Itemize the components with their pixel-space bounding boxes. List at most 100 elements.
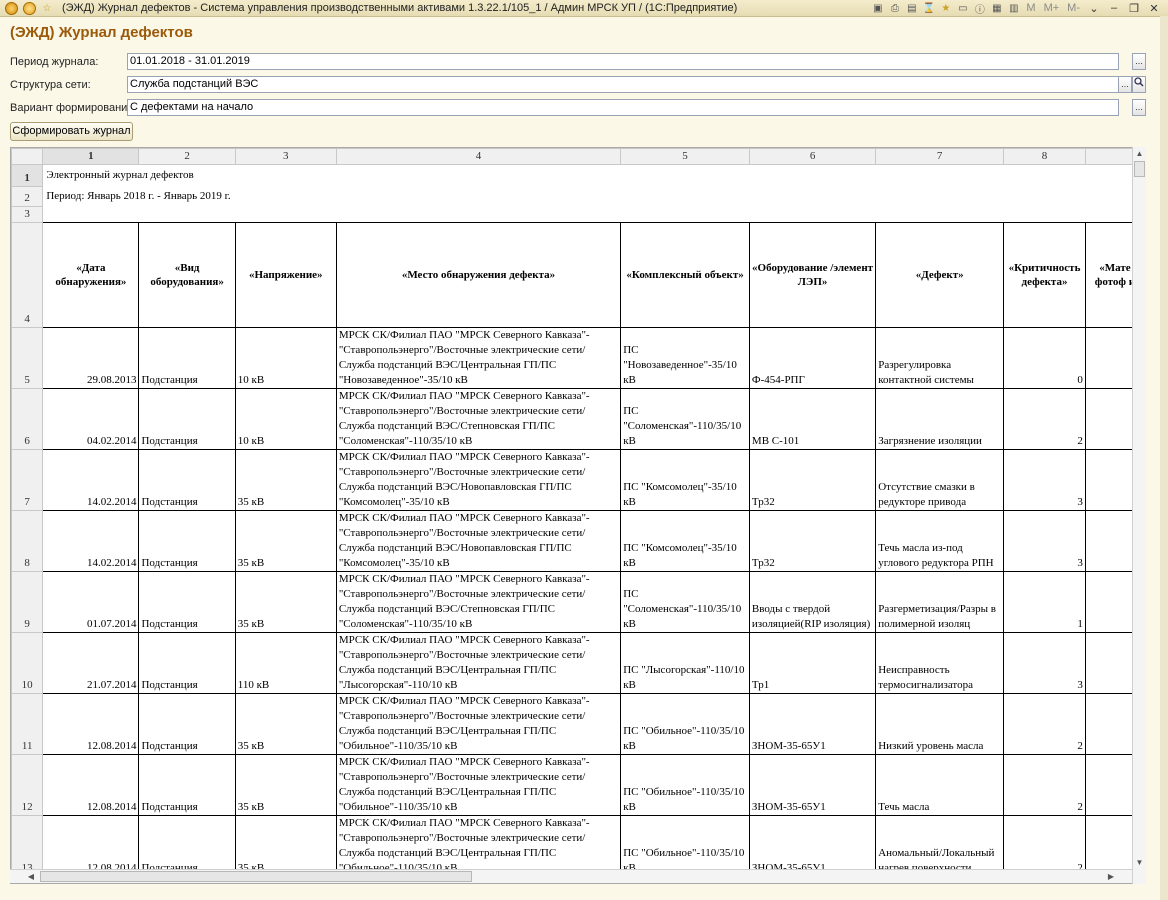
criticality-cell[interactable]: 3 <box>1003 449 1086 511</box>
criticality-cell[interactable]: 2 <box>1003 693 1086 755</box>
scroll-down-icon[interactable]: ▼ <box>1133 856 1146 870</box>
structure-choose-button[interactable]: ... <box>1118 76 1132 93</box>
row-header[interactable]: 13 <box>11 815 44 877</box>
table-row[interactable]: 12 12.08.2014 Подстанция 35 кВ МРСК СК/Филиа… <box>11 754 1145 816</box>
complex-object-cell[interactable]: ПС "Комсомолец"-35/10 кВ <box>620 449 750 511</box>
row-header[interactable]: 10 <box>11 632 44 694</box>
defect-cell[interactable]: Неисправность термосигнализатора <box>875 632 1005 694</box>
column-header[interactable]: 3 <box>234 148 337 165</box>
info-icon[interactable]: ⓘ <box>973 2 986 16</box>
horizontal-scroll-thumb[interactable] <box>40 871 472 882</box>
column-header[interactable]: 8 <box>1003 148 1086 165</box>
defect-cell[interactable]: Разрегулировка контактной системы <box>875 327 1005 389</box>
generate-journal-button[interactable]: Сформировать журнал <box>10 122 133 141</box>
table-row[interactable]: 10 21.07.2014 Подстанция 110 кВ МРСК СК/Фили… <box>11 632 1145 694</box>
vertical-scroll-thumb[interactable] <box>1134 161 1145 177</box>
row-header[interactable]: 2 <box>11 186 44 207</box>
search-icon[interactable] <box>1132 76 1146 93</box>
location-cell[interactable]: МРСК СК/Филиал ПАО "МРСК Северного Кавка… <box>336 388 622 450</box>
restore-icon[interactable]: ❐ <box>1126 2 1142 15</box>
equipment-cell[interactable]: МВ С-101 <box>749 388 877 450</box>
table-row[interactable]: 6 04.02.2014 Подстанция 10 кВ МРСК СК/Филиал… <box>11 388 1145 450</box>
equipment-type-cell[interactable]: Подстанция <box>138 571 236 633</box>
scroll-right-icon[interactable]: ▶ <box>1104 870 1118 883</box>
voltage-cell[interactable]: 10 кВ <box>235 388 337 450</box>
voltage-cell[interactable]: 35 кВ <box>235 510 337 572</box>
complex-object-cell[interactable]: ПС "Обильное"-110/35/10 кВ <box>620 693 750 755</box>
equipment-cell[interactable]: ЗНОМ-35-65У1 <box>749 693 877 755</box>
voltage-cell[interactable]: 35 кВ <box>235 571 337 633</box>
equipment-type-cell[interactable]: Подстанция <box>138 754 236 816</box>
equipment-cell[interactable]: Тр32 <box>749 449 877 511</box>
complex-object-cell[interactable]: ПС "Обильное"-110/35/10 кВ <box>620 815 750 877</box>
horizontal-scrollbar[interactable]: ◀ ▶ <box>10 869 1132 883</box>
equipment-type-cell[interactable]: Подстанция <box>138 327 236 389</box>
minimize-icon[interactable]: ‒ <box>1106 2 1122 14</box>
row-header[interactable]: 11 <box>11 693 44 755</box>
location-cell[interactable]: МРСК СК/Филиал ПАО "МРСК Северного Кавка… <box>336 815 622 877</box>
table-row[interactable]: 7 14.02.2014 Подстанция 35 кВ МРСК СК/Филиал… <box>11 449 1145 511</box>
location-cell[interactable]: МРСК СК/Филиал ПАО "МРСК Северного Кавка… <box>336 327 622 389</box>
location-cell[interactable]: МРСК СК/Филиал ПАО "МРСК Северного Кавка… <box>336 571 622 633</box>
date-cell[interactable]: 14.02.2014 <box>42 449 140 511</box>
table-row[interactable]: 5 29.08.2013 Подстанция 10 кВ МРСК СК/Филиал… <box>11 327 1145 389</box>
row-header[interactable]: 3 <box>11 206 44 223</box>
vertical-scrollbar[interactable]: ▲ ▼ <box>1132 147 1146 884</box>
equipment-type-cell[interactable]: Подстанция <box>138 815 236 877</box>
row-header[interactable]: 5 <box>11 327 44 389</box>
location-cell[interactable]: МРСК СК/Филиал ПАО "МРСК Северного Кавка… <box>336 632 622 694</box>
column-header[interactable]: 7 <box>875 148 1005 165</box>
equipment-cell[interactable]: Тр32 <box>749 510 877 572</box>
column-header[interactable]: 2 <box>138 148 236 165</box>
favorite-star-icon[interactable]: ☆ <box>40 2 54 14</box>
memory-add-button[interactable]: M+ <box>1042 2 1062 14</box>
location-cell[interactable]: МРСК СК/Филиал ПАО "МРСК Северного Кавка… <box>336 693 622 755</box>
date-cell[interactable]: 01.07.2014 <box>42 571 140 633</box>
complex-object-cell[interactable]: ПС "Обильное"-110/35/10 кВ <box>620 754 750 816</box>
preview-icon[interactable]: ▤ <box>905 2 918 14</box>
date-cell[interactable]: 12.08.2014 <box>42 815 140 877</box>
date-cell[interactable]: 14.02.2014 <box>42 510 140 572</box>
equipment-cell[interactable]: Вводы с твердой изоляцией(RIP изоляция) <box>749 571 877 633</box>
table-row[interactable]: 8 14.02.2014 Подстанция 35 кВ МРСК СК/Филиал… <box>11 510 1145 572</box>
equipment-type-cell[interactable]: Подстанция <box>138 510 236 572</box>
scroll-up-icon[interactable]: ▲ <box>1133 147 1146 161</box>
location-cell[interactable]: МРСК СК/Филиал ПАО "МРСК Северного Кавка… <box>336 449 622 511</box>
app-logo-icon[interactable] <box>4 1 18 15</box>
defect-cell[interactable]: Разгерметизация/Разры в полимерной изоля… <box>875 571 1005 633</box>
location-cell[interactable]: МРСК СК/Филиал ПАО "МРСК Северного Кавка… <box>336 510 622 572</box>
row-header[interactable]: 8 <box>11 510 44 572</box>
link-icon[interactable]: ▭ <box>956 2 969 14</box>
equipment-cell[interactable]: Ф-454-РПГ <box>749 327 877 389</box>
scroll-left-icon[interactable]: ◀ <box>24 870 38 883</box>
period-choose-button[interactable]: ... <box>1132 53 1146 70</box>
column-header[interactable]: 6 <box>748 148 877 165</box>
criticality-cell[interactable]: 3 <box>1003 632 1086 694</box>
equipment-cell[interactable]: ЗНОМ-35-65У1 <box>749 815 877 877</box>
period-input[interactable]: 01.01.2018 - 31.01.2019 <box>127 53 1119 70</box>
table-row[interactable]: 13 12.08.2014 Подстанция 35 кВ МРСК СК/Филиа… <box>11 815 1145 877</box>
row-header[interactable]: 9 <box>11 571 44 633</box>
equipment-cell[interactable]: Тр1 <box>749 632 877 694</box>
criticality-cell[interactable]: 0 <box>1003 327 1086 389</box>
menu-dropdown-icon[interactable] <box>22 1 36 15</box>
date-cell[interactable]: 04.02.2014 <box>42 388 140 450</box>
location-cell[interactable]: МРСК СК/Филиал ПАО "МРСК Северного Кавка… <box>336 754 622 816</box>
save-icon[interactable]: ▣ <box>871 2 884 14</box>
criticality-cell[interactable]: 2 <box>1003 388 1086 450</box>
memory-subtract-button[interactable]: M- <box>1065 2 1082 14</box>
chevron-down-icon[interactable]: ⌄ <box>1086 2 1102 15</box>
complex-object-cell[interactable]: ПС "Комсомолец"-35/10 кВ <box>620 510 750 572</box>
date-cell[interactable]: 29.08.2013 <box>42 327 140 389</box>
complex-object-cell[interactable]: ПС "Соломенская"-110/35/10 кВ <box>620 571 750 633</box>
structure-input[interactable]: Служба подстанций ВЭС <box>127 76 1119 93</box>
close-icon[interactable]: ✕ <box>1146 2 1162 15</box>
equipment-cell[interactable]: ЗНОМ-35-65У1 <box>749 754 877 816</box>
corner-cell[interactable] <box>11 148 44 165</box>
equipment-type-cell[interactable]: Подстанция <box>138 693 236 755</box>
complex-object-cell[interactable]: ПС "Новозаведенное"-35/10 кВ <box>620 327 750 389</box>
row-header[interactable]: 6 <box>11 388 44 450</box>
row-header[interactable]: 4 <box>11 222 44 328</box>
date-cell[interactable]: 12.08.2014 <box>42 754 140 816</box>
voltage-cell[interactable]: 35 кВ <box>235 693 337 755</box>
